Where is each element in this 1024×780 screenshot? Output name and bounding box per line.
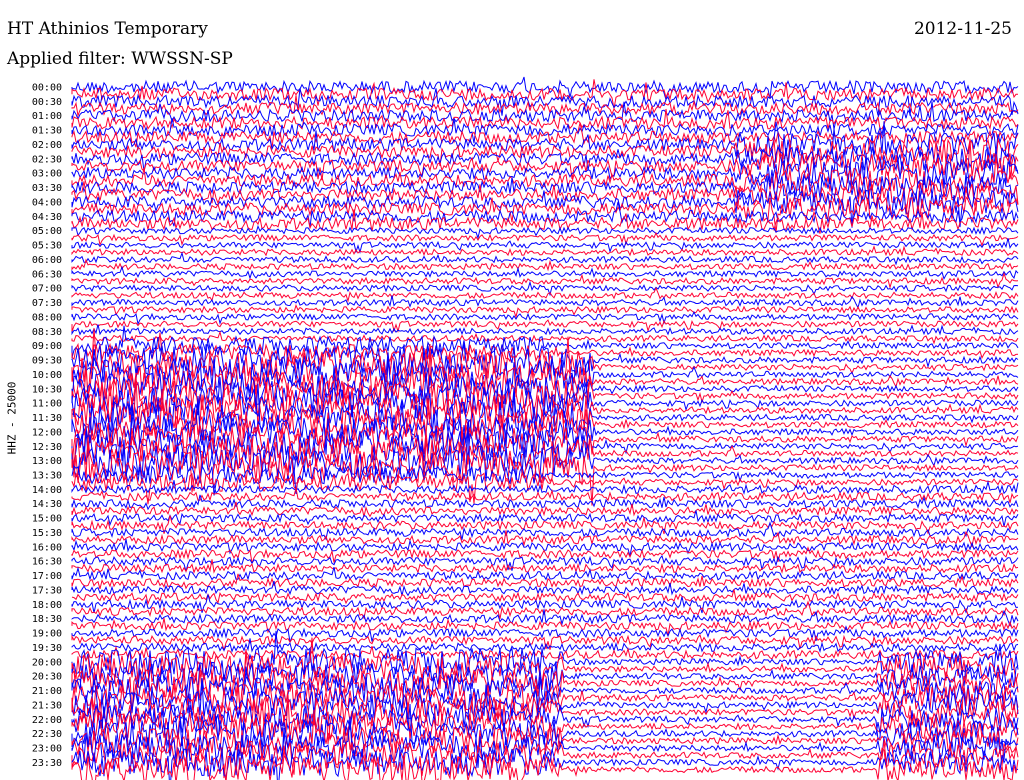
trace-line <box>71 303 1019 319</box>
row-time-label: 21:00 <box>32 686 62 697</box>
row-time-label: 00:30 <box>32 97 62 108</box>
row-time-label: 12:30 <box>32 442 62 453</box>
trace-line <box>71 251 1019 266</box>
row-time-label: 15:00 <box>32 514 62 525</box>
row-time-label: 20:00 <box>32 657 62 668</box>
row-time-label: 00:00 <box>32 83 62 94</box>
row-time-label: 05:30 <box>32 241 62 252</box>
trace-line <box>71 272 1019 290</box>
trace-line <box>71 324 1019 336</box>
row-time-label: 12:00 <box>32 427 62 438</box>
row-time-label: 22:30 <box>32 729 62 740</box>
trace-line <box>71 559 1019 575</box>
row-time-label: 08:00 <box>32 312 62 323</box>
row-time-label: 07:30 <box>32 298 62 309</box>
row-time-label: 05:00 <box>32 226 62 237</box>
row-time-label: 01:30 <box>32 126 62 137</box>
row-time-label: 18:30 <box>32 614 62 625</box>
trace-group <box>71 76 1019 780</box>
trace-line <box>71 258 1019 272</box>
row-time-label: 14:00 <box>32 485 62 496</box>
row-time-label: 19:00 <box>32 629 62 640</box>
row-time-label: 06:00 <box>32 255 62 266</box>
row-time-label: 18:00 <box>32 600 62 611</box>
row-time-label: 09:00 <box>32 341 62 352</box>
row-time-label: 03:30 <box>32 183 62 194</box>
row-time-label: 03:00 <box>32 169 62 180</box>
row-time-label: 16:00 <box>32 542 62 553</box>
row-time-label: 04:00 <box>32 197 62 208</box>
row-time-label: 13:00 <box>32 456 62 467</box>
row-time-label: 22:00 <box>32 715 62 726</box>
row-time-label: 10:00 <box>32 370 62 381</box>
row-time-label: 07:00 <box>32 284 62 295</box>
row-time-label: 23:00 <box>32 744 62 755</box>
row-time-label: 06:30 <box>32 269 62 280</box>
row-time-label: 23:30 <box>32 758 62 769</box>
trace-line <box>71 310 1019 326</box>
trace-line <box>71 319 1019 334</box>
row-time-label: 16:30 <box>32 557 62 568</box>
row-time-label: 21:30 <box>32 700 62 711</box>
row-time-label: 01:00 <box>32 111 62 122</box>
row-time-label: 02:30 <box>32 154 62 165</box>
row-time-label: 04:30 <box>32 212 62 223</box>
tick-group: 00:00 00:30 01:00 01:30 02:00 02:30 03:00 03:30… <box>32 83 62 769</box>
row-time-label: 17:30 <box>32 585 62 596</box>
row-time-label: 02:00 <box>32 140 62 151</box>
row-time-label: 19:30 <box>32 643 62 654</box>
row-time-label: 11:00 <box>32 399 62 410</box>
helicorder-plot: 00:00 00:30 01:00 01:30 02:00 02:30 03:00 03:30… <box>32 76 1019 780</box>
trace-line <box>71 330 1019 345</box>
trace-line <box>71 589 1019 606</box>
trace-line <box>71 88 1019 116</box>
trace-line <box>71 286 1019 303</box>
row-time-label: 08:30 <box>32 327 62 338</box>
row-time-label: 17:00 <box>32 571 62 582</box>
row-time-label: 13:30 <box>32 470 62 481</box>
row-time-label: 09:30 <box>32 356 62 367</box>
row-time-label: 10:30 <box>32 384 62 395</box>
row-time-label: 20:30 <box>32 672 62 683</box>
row-time-label: 11:30 <box>32 413 62 424</box>
row-time-label: 15:30 <box>32 528 62 539</box>
row-time-label: 14:30 <box>32 499 62 510</box>
trace-line <box>71 224 1019 240</box>
